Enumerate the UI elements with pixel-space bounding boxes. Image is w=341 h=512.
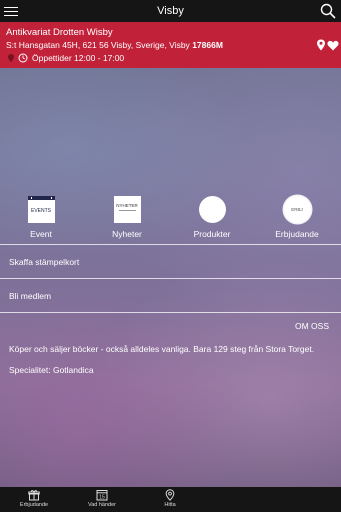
become-member-row[interactable]: Bli medlem (0, 278, 341, 312)
page-title: Visby (157, 5, 184, 17)
clock-icon (18, 53, 28, 63)
tab-label: Erbjudande (19, 502, 49, 508)
gift-icon (28, 490, 40, 501)
category-event[interactable]: EVENTS Event (6, 196, 76, 239)
tab-find[interactable]: Hitta (136, 487, 204, 512)
about-speciality: Specialitet: Gotlandica (9, 365, 94, 375)
stamp-card-label: Skaffa stämpelkort (9, 257, 80, 267)
location-pin-icon (165, 489, 175, 501)
category-news[interactable]: NYHETER Nyheter (92, 196, 162, 239)
map-pin-icon[interactable] (316, 38, 326, 51)
tab-whats-on[interactable]: 15 Vad händer (68, 487, 136, 512)
stamp-card-row[interactable]: Skaffa stämpelkort (0, 244, 341, 278)
bottom-tab-bar: Erbjudande 15 Vad händer Hitta (0, 487, 341, 512)
store-name: Antikvariat Drotten Wisby (6, 27, 113, 38)
divider (0, 312, 341, 313)
tab-label: Vad händer (87, 502, 117, 508)
events-icon-text: EVENTS (30, 208, 51, 214)
store-address: S:t Hansgatan 45H, 621 56 Visby, Sverige… (6, 40, 190, 50)
news-paper-icon: NYHETER (113, 196, 141, 223)
store-distance: 17866M (192, 40, 223, 50)
favorite-heart-icon[interactable] (327, 38, 339, 51)
category-products[interactable]: Produkter (177, 196, 247, 239)
become-member-label: Bli medlem (9, 291, 52, 301)
top-bar: Visby (0, 0, 341, 22)
search-icon[interactable] (320, 3, 336, 19)
tab-label: Hitta (164, 502, 176, 508)
category-label: Erbjudande (275, 229, 319, 239)
products-circle-icon (198, 196, 226, 223)
about-heading: OM OSS (294, 321, 329, 331)
calendar-icon: 15 (96, 490, 108, 501)
news-icon-text: NYHETER (116, 203, 138, 208)
category-label: Produkter (193, 229, 231, 239)
store-info-bar: Antikvariat Drotten Wisby S:t Hansgatan … (0, 22, 341, 68)
menu-icon[interactable] (4, 4, 18, 18)
store-hours: Öppettider 12:00 - 17:00 (32, 53, 125, 63)
offer-badge-icon: ERBJ (283, 196, 311, 223)
calendar-day: 15 (99, 495, 105, 501)
category-offers[interactable]: ERBJ Erbjudande (262, 196, 332, 239)
store-address-line: S:t Hansgatan 45H, 621 56 Visby, Sverige… (6, 40, 223, 50)
store-hours-line: Öppettider 12:00 - 17:00 (6, 53, 124, 63)
category-label: Event (30, 229, 52, 239)
pin-small-icon (8, 54, 14, 62)
offer-icon-text: ERBJ (291, 207, 303, 212)
category-row: EVENTS Event NYHETER Nyheter Produkter E… (0, 196, 341, 242)
events-calendar-icon: EVENTS (27, 196, 55, 223)
tab-offers[interactable]: Erbjudande (0, 487, 68, 512)
app-screen: Visby Antikvariat Drotten Wisby S:t Hans… (0, 0, 341, 512)
category-label: Nyheter (112, 229, 142, 239)
about-text: Köper och säljer böcker - också alldeles… (9, 344, 315, 354)
